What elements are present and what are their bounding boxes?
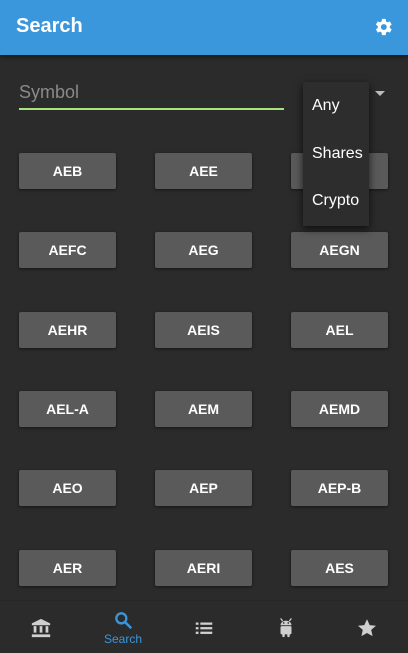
symbol-button[interactable]: AEO <box>19 470 116 506</box>
nav-markets[interactable] <box>0 601 82 653</box>
list-icon <box>195 622 213 634</box>
symbol-button[interactable]: AERI <box>155 550 252 586</box>
symbol-button[interactable]: AEHR <box>19 312 116 348</box>
bank-icon <box>31 618 51 637</box>
nav-search[interactable]: Search <box>82 601 164 653</box>
nav-search-label: Search <box>103 631 143 646</box>
nav-list[interactable] <box>163 601 245 653</box>
symbol-button[interactable]: AEG <box>155 232 252 268</box>
symbol-button[interactable]: AEMD <box>291 391 388 427</box>
menu-item-shares[interactable]: Shares <box>312 145 363 163</box>
symbol-button[interactable]: AEFC <box>19 232 116 268</box>
symbol-button[interactable]: AES <box>291 550 388 586</box>
symbol-button[interactable]: AEB <box>19 153 116 189</box>
symbol-button[interactable]: AEM <box>155 391 252 427</box>
symbol-button[interactable]: AEL <box>291 312 388 348</box>
symbol-button[interactable]: AEP-B <box>291 470 388 506</box>
symbol-button[interactable]: AEGN <box>291 232 388 268</box>
symbol-button[interactable]: AEE <box>155 153 252 189</box>
nav-android[interactable] <box>245 601 327 653</box>
symbol-button[interactable]: AEIS <box>155 312 252 348</box>
symbol-button[interactable]: AER <box>19 550 116 586</box>
android-icon <box>280 617 292 637</box>
symbol-button[interactable]: AEL-A <box>19 391 116 427</box>
filter-dropdown-menu: Any Shares Crypto <box>303 82 369 226</box>
nav-favorites[interactable] <box>326 601 408 653</box>
bottom-navigation: Search <box>0 600 408 653</box>
menu-item-crypto[interactable]: Crypto <box>312 192 359 210</box>
search-icon <box>115 611 132 629</box>
star-icon <box>358 618 376 636</box>
menu-item-any[interactable]: Any <box>312 97 340 115</box>
symbol-button[interactable]: AEP <box>155 470 252 506</box>
